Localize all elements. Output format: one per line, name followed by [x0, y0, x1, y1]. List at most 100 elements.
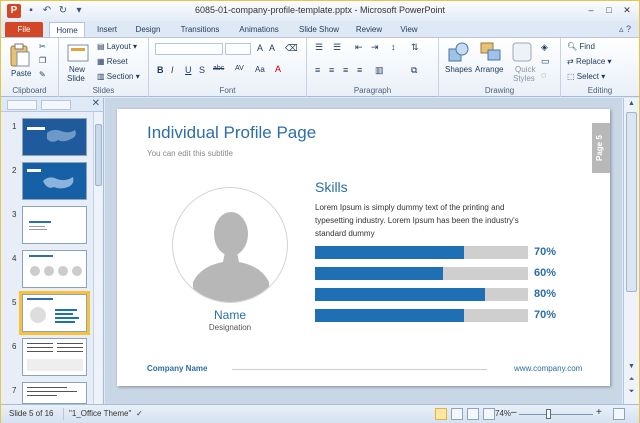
scroll-up-icon[interactable]: ▲ — [624, 100, 639, 107]
zoom-in-button[interactable]: + — [596, 407, 602, 418]
tab-animations[interactable]: Animations — [233, 22, 285, 37]
slide-title[interactable]: Individual Profile Page — [147, 123, 316, 143]
spellcheck-icon[interactable]: ✓ — [136, 409, 143, 418]
shrink-font-icon[interactable]: A — [269, 43, 275, 53]
tab-view[interactable]: View — [393, 22, 425, 37]
shapes-button[interactable]: Shapes — [445, 65, 472, 74]
zoom-slider-handle[interactable] — [546, 409, 551, 419]
profile-name[interactable]: Name — [172, 308, 288, 322]
zoom-out-button[interactable]: – — [511, 407, 517, 418]
arrange-icon[interactable] — [479, 41, 503, 63]
new-slide-button[interactable]: New — [69, 65, 85, 74]
justify-icon[interactable]: ≡ — [357, 65, 362, 75]
grow-font-icon[interactable]: A — [257, 43, 263, 53]
bold-button[interactable]: B — [157, 65, 164, 75]
footer-website[interactable]: www.company.com — [514, 364, 582, 373]
font-size-select[interactable] — [225, 43, 251, 55]
find-button[interactable]: 🔍︎ Find — [567, 42, 595, 51]
section-button[interactable]: ▥ Section ▾ — [97, 72, 140, 81]
previous-slide-icon[interactable]: ⏶ — [624, 376, 639, 384]
reading-view-icon[interactable] — [467, 408, 479, 420]
slide-thumbnail-6[interactable] — [22, 338, 87, 376]
tab-insert[interactable]: Insert — [89, 22, 125, 37]
close-button[interactable]: ✕ — [619, 3, 635, 17]
slide-subtitle[interactable]: You can edit this subtitle — [147, 149, 233, 158]
format-painter-icon[interactable]: ✎ — [39, 70, 46, 79]
maximize-button[interactable]: □ — [601, 3, 617, 17]
skills-description[interactable]: Lorem Ipsum is simply dummy text of the … — [315, 201, 543, 240]
change-case-button[interactable]: Aa — [255, 65, 265, 74]
clear-format-icon[interactable]: ⌫ — [285, 43, 298, 54]
slide-thumbnail-2[interactable] — [22, 162, 87, 200]
bullets-icon[interactable]: ☰ — [315, 42, 323, 53]
editor-scroll-thumb[interactable] — [626, 112, 637, 292]
increase-indent-icon[interactable]: ⇥ — [371, 42, 379, 53]
thumbnails-scrollbar[interactable] — [93, 112, 102, 404]
slideshow-view-icon[interactable] — [483, 408, 495, 420]
shape-effects-icon[interactable]: ◌ — [541, 70, 546, 80]
fit-to-window-icon[interactable] — [613, 408, 625, 420]
paste-button[interactable]: Paste — [11, 69, 31, 78]
slide-sorter-view-icon[interactable] — [451, 408, 463, 420]
strikethrough-button[interactable]: abc — [213, 65, 224, 72]
next-slide-icon[interactable]: ⏷ — [624, 388, 639, 396]
columns-icon[interactable]: ▥ — [375, 65, 384, 76]
normal-view-icon[interactable] — [435, 408, 447, 420]
shapes-icon[interactable] — [447, 41, 471, 63]
cut-icon[interactable]: ✂ — [39, 42, 46, 51]
paste-icon[interactable] — [9, 42, 31, 68]
quick-styles-button[interactable]: Quick — [515, 65, 535, 74]
line-spacing-icon[interactable]: ↕ — [391, 42, 396, 52]
current-slide[interactable]: Individual Profile Page You can edit thi… — [117, 109, 610, 386]
text-direction-icon[interactable]: ⇅ — [411, 42, 419, 53]
scroll-down-icon[interactable]: ▼ — [624, 363, 639, 370]
font-color-button[interactable]: A — [275, 64, 281, 74]
tab-design[interactable]: Design — [129, 22, 167, 37]
avatar[interactable] — [172, 187, 288, 303]
char-spacing-button[interactable]: AV — [235, 65, 244, 72]
quick-styles-icon[interactable] — [511, 41, 533, 63]
decrease-indent-icon[interactable]: ⇤ — [355, 42, 363, 53]
zoom-level[interactable]: 74% — [495, 409, 511, 418]
editor-scrollbar[interactable]: ▲ ▼ ⏶ ⏷ — [623, 98, 639, 404]
align-right-icon[interactable]: ≡ — [343, 65, 348, 75]
slide-thumbnail-7[interactable] — [22, 382, 87, 404]
outline-tab[interactable] — [41, 100, 71, 110]
skills-heading[interactable]: Skills — [315, 179, 348, 195]
copy-icon[interactable]: ❐ — [39, 56, 46, 65]
slide-thumbnail-5[interactable] — [19, 291, 90, 335]
smartart-icon[interactable]: ⧉ — [411, 65, 417, 76]
align-left-icon[interactable]: ≡ — [315, 65, 320, 75]
zoom-slider[interactable] — [519, 414, 593, 415]
tab-transitions[interactable]: Transitions — [173, 22, 227, 37]
tab-file[interactable]: File — [5, 22, 43, 37]
shadow-button[interactable]: S — [199, 65, 205, 75]
thumbnails-scroll-thumb[interactable] — [95, 124, 102, 186]
numbering-icon[interactable]: ☰ — [333, 42, 341, 53]
quick-styles-button-line2[interactable]: Styles — [513, 74, 535, 83]
slide-thumbnail-3[interactable] — [22, 206, 87, 244]
layout-button[interactable]: ▤ Layout ▾ — [97, 42, 137, 51]
underline-button[interactable]: U — [185, 65, 192, 75]
slide-thumbnail-4[interactable] — [22, 250, 87, 288]
shape-outline-icon[interactable]: ▭ — [541, 56, 550, 67]
replace-button[interactable]: ⇄ Replace ▾ — [567, 57, 612, 66]
italic-button[interactable]: I — [171, 65, 174, 75]
tab-review[interactable]: Review — [351, 22, 387, 37]
profile-designation[interactable]: Designation — [172, 323, 288, 332]
tab-home[interactable]: Home — [49, 22, 85, 37]
align-center-icon[interactable]: ≡ — [329, 65, 334, 75]
slides-tab[interactable] — [7, 100, 37, 110]
new-slide-button-line2[interactable]: Slide — [67, 74, 85, 83]
tab-slide-show[interactable]: Slide Show — [293, 22, 345, 37]
new-slide-icon[interactable] — [67, 42, 89, 64]
theme-name[interactable]: "1_Office Theme" — [69, 409, 131, 418]
footer-company-name[interactable]: Company Name — [147, 364, 207, 373]
help-icon[interactable]: ▵ ? — [619, 24, 631, 35]
shape-fill-icon[interactable]: ◈ — [541, 42, 548, 53]
font-family-select[interactable] — [155, 43, 223, 55]
reset-button[interactable]: ▦ Reset — [97, 57, 128, 66]
close-panel-icon[interactable]: ✕ — [92, 98, 100, 109]
slide-thumbnail-1[interactable] — [22, 118, 87, 156]
arrange-button[interactable]: Arrange — [475, 65, 503, 74]
